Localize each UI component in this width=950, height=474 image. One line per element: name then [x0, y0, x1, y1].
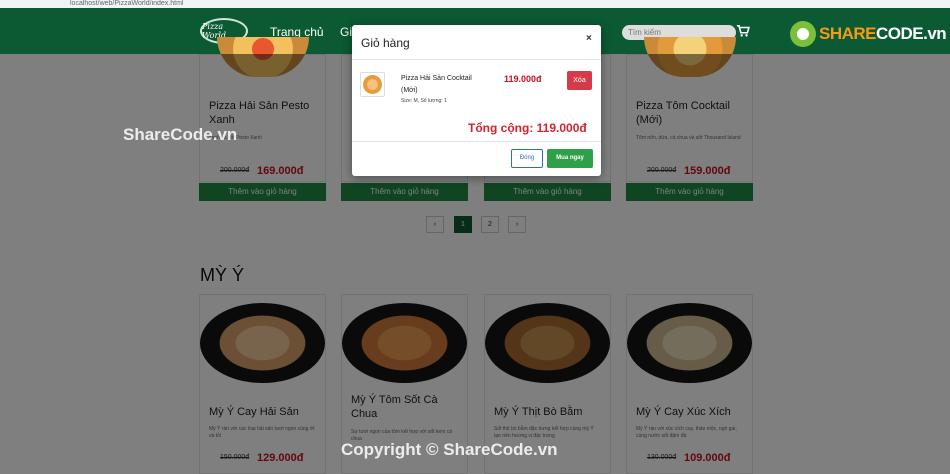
cart-item-thumbnail: [360, 72, 385, 97]
sharecode-logo: SHARECODE.vn: [790, 18, 947, 50]
modal-title: Giỏ hàng: [361, 36, 410, 50]
close-button[interactable]: Đóng: [511, 149, 543, 168]
cart-item-size: Size: M, Số lượng: 1: [401, 98, 447, 104]
buy-now-button[interactable]: Mua ngay: [547, 149, 593, 168]
logo-prefix: SHARE: [819, 24, 877, 43]
remove-item-button[interactable]: Xóa: [567, 71, 592, 90]
total-label: Tổng cộng:: [468, 121, 534, 135]
divider: [352, 59, 601, 60]
cart-item-name: Pizza Hải Sản Cocktail (Mới): [401, 75, 472, 94]
cart-total: Tổng cộng: 119.000đ: [468, 121, 587, 135]
total-value: 119.000đ: [536, 121, 587, 135]
nav-link-partial[interactable]: Gi: [340, 25, 352, 39]
browser-url-bar[interactable]: localhost/web/PizzaWorld/index.html: [0, 0, 950, 8]
logo-suffix: CODE.vn: [876, 24, 947, 43]
cart-icon[interactable]: [736, 24, 750, 38]
watermark-bottom: Copyright © ShareCode.vn: [341, 440, 558, 459]
sharecode-logo-icon: [790, 21, 816, 47]
modal-close-icon[interactable]: ×: [586, 33, 592, 44]
cart-modal: Giỏ hàng × Pizza Hải Sản Cocktail (Mới) …: [352, 25, 601, 176]
divider: [352, 141, 601, 142]
cart-item-price: 119.000đ: [504, 74, 542, 84]
watermark-center: ShareCode.vn: [123, 125, 238, 144]
